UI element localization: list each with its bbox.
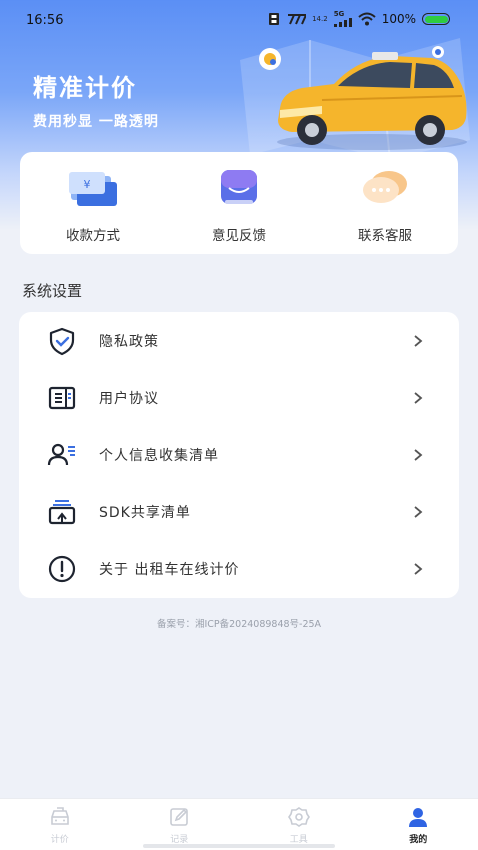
shield-check-icon: [45, 324, 79, 358]
settings-item-label: 个人信息收集清单: [99, 447, 219, 464]
notification-icon: [269, 13, 280, 25]
chevron-right-icon: [414, 563, 423, 576]
payment-method-icon: ¥: [69, 172, 117, 206]
user-icon: [409, 808, 428, 827]
chevron-right-icon: [414, 392, 423, 404]
settings-item-sdk-share-list[interactable]: SDK共享清单: [19, 484, 459, 541]
battery-percent: 100%: [381, 12, 416, 26]
bottom-tabbar: 计价 记录 工具 我的: [0, 798, 478, 850]
quick-actions-card: ¥ 收款方式 意见反馈 联系客服: [20, 152, 458, 254]
icp-record[interactable]: 备案号：湘ICP备2024089848号-25A: [0, 616, 478, 630]
tab-label: 计价: [50, 835, 69, 845]
map-dot-icon: [432, 46, 444, 58]
status-bar: 16:56 14.2 5G 100%: [0, 0, 478, 40]
taxi-icon: [50, 807, 69, 825]
settings-item-label: 用户协议: [99, 390, 159, 407]
settings-section-title: 系统设置: [22, 282, 83, 300]
tab-mine[interactable]: 我的: [359, 799, 478, 850]
network-speed: 14.2: [312, 14, 328, 23]
carrier-icon: [288, 14, 307, 25]
settings-item-label: 关于 出租车在线计价: [99, 562, 240, 579]
quick-action-label: 收款方式: [66, 228, 120, 244]
chevron-right-icon: [414, 449, 423, 461]
settings-item-label: 隐私政策: [99, 333, 159, 350]
tab-label: 我的: [409, 835, 428, 845]
gear-icon: [287, 807, 310, 827]
tab-tools[interactable]: 工具: [239, 799, 359, 850]
feedback-icon: [221, 170, 257, 204]
tab-pricing[interactable]: 计价: [0, 799, 120, 850]
quick-action-payment-method[interactable]: ¥ 收款方式: [20, 152, 166, 254]
settings-item-privacy-policy[interactable]: 隐私政策: [19, 312, 459, 369]
tab-records[interactable]: 记录: [120, 799, 240, 850]
network-type: 5G: [333, 10, 345, 18]
user-list-icon: [45, 438, 79, 472]
customer-service-icon: [363, 171, 407, 203]
edit-record-icon: [170, 808, 189, 826]
quick-action-feedback[interactable]: 意见反馈: [166, 152, 312, 254]
chevron-right-icon: [414, 334, 423, 347]
status-time: 16:56: [26, 13, 64, 28]
quick-action-label: 联系客服: [358, 228, 412, 244]
signal-icon: 5G: [333, 10, 352, 27]
settings-list: 隐私政策 用户协议 个人信息收集清单 SDK共享清单 关于 出租车在线计价: [19, 312, 459, 598]
quick-action-customer-service[interactable]: 联系客服: [312, 152, 458, 254]
document-icon: [45, 381, 79, 415]
battery-icon: [422, 13, 450, 25]
settings-item-label: SDK共享清单: [99, 505, 191, 522]
hero-subtitle: 费用秒显 一路透明: [33, 114, 159, 130]
settings-item-about[interactable]: 关于 出租车在线计价: [19, 541, 459, 598]
chevron-right-icon: [414, 506, 423, 518]
svg-text:¥: ¥: [84, 178, 91, 191]
location-pin-icon: [259, 48, 281, 70]
sdk-share-icon: [45, 495, 79, 529]
hero-title: 精准计价: [33, 74, 137, 102]
status-indicators: 14.2 5G 100%: [268, 11, 450, 27]
home-indicator: [143, 844, 335, 848]
wifi-icon: [358, 12, 376, 26]
quick-action-label: 意见反馈: [212, 228, 266, 244]
settings-item-user-agreement[interactable]: 用户协议: [19, 369, 459, 426]
info-icon: [45, 552, 79, 586]
settings-item-personal-info-list[interactable]: 个人信息收集清单: [19, 426, 459, 483]
